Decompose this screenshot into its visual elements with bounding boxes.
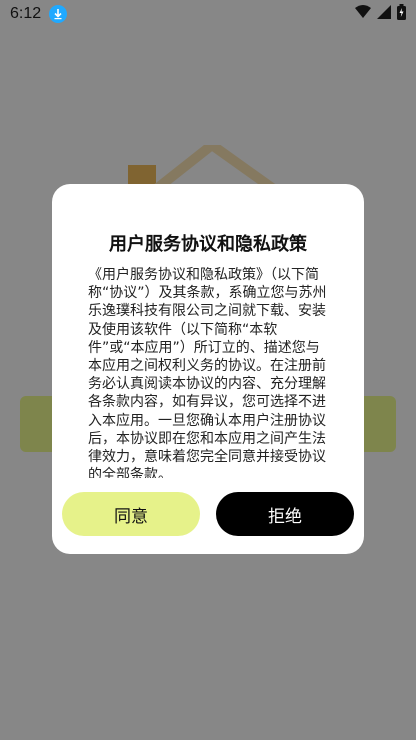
status-bar: 6:12 <box>0 0 416 28</box>
dialog-actions: 同意 拒绝 <box>62 492 354 538</box>
agree-button[interactable]: 同意 <box>62 492 200 536</box>
reject-button[interactable]: 拒绝 <box>216 492 354 536</box>
download-icon <box>49 5 68 23</box>
agreement-text[interactable]: 《用户服务协议和隐私政策》（以下简称“协议”）及其条款，系确立您与苏州乐逸璞科技… <box>88 266 328 478</box>
battery-icon <box>397 4 406 24</box>
wifi-icon <box>355 5 371 23</box>
signal-icon <box>377 5 391 23</box>
privacy-agreement-dialog: 用户服务协议和隐私政策 《用户服务协议和隐私政策》（以下简称“协议”）及其条款，… <box>52 184 364 554</box>
dialog-title: 用户服务协议和隐私政策 <box>109 234 307 255</box>
status-time: 6:12 <box>10 5 42 22</box>
